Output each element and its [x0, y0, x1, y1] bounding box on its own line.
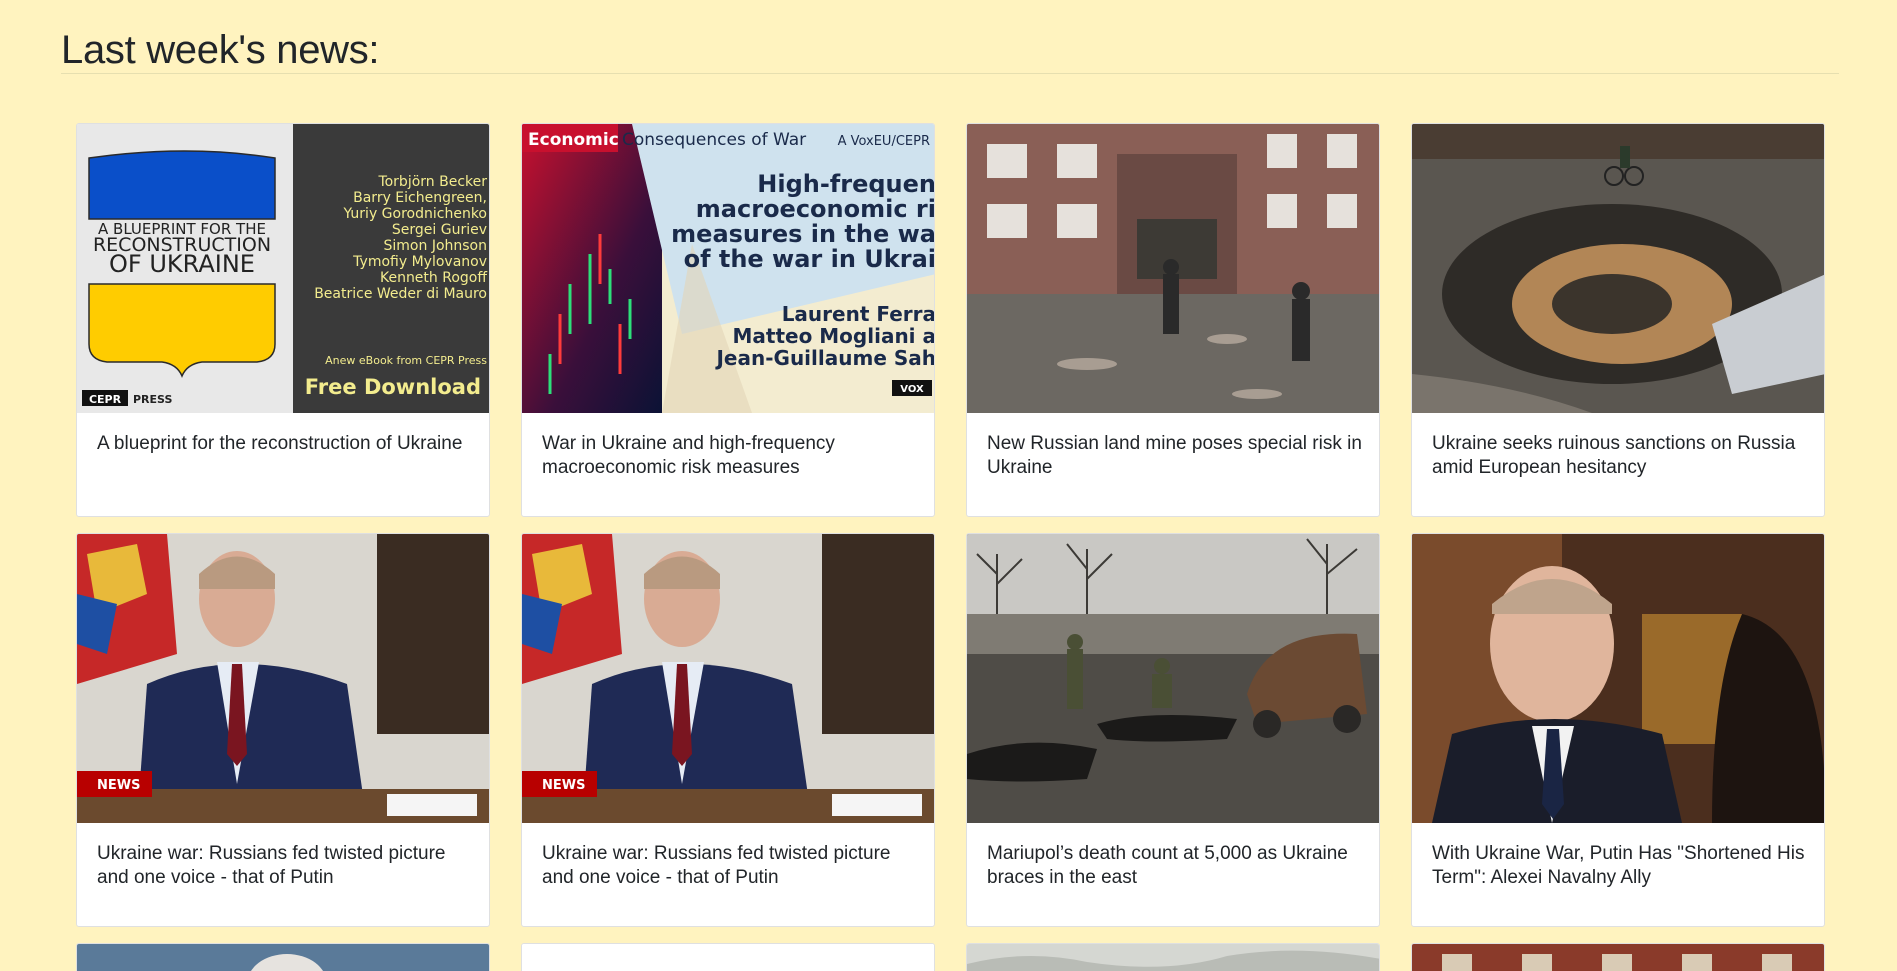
news-card-title[interactable]: New Russian land mine poses special risk…	[987, 432, 1367, 480]
news-card-image[interactable]	[967, 534, 1379, 823]
news-card-title[interactable]: Ukraine war: Russians fed twisted pictur…	[97, 842, 477, 890]
news-card[interactable]: With Ukraine War, Putin Has "Shortened H…	[1411, 533, 1825, 927]
news-card-image[interactable]	[1412, 944, 1824, 971]
news-card[interactable]	[966, 943, 1380, 971]
svg-text:Free Download: Free Download	[305, 375, 481, 399]
svg-text:OF UKRAINE: OF UKRAINE	[109, 250, 255, 278]
news-card[interactable]: NEWS Ukraine war: Russians fed twisted p…	[76, 533, 490, 927]
news-card[interactable]	[1411, 943, 1825, 971]
news-card-image[interactable]: Economic Consequences of War A VoxEU/CEP…	[522, 124, 935, 413]
news-card-image[interactable]: NEWS	[77, 534, 489, 823]
news-card-image[interactable]: A BLUEPRINT FOR THE RECONSTRUCTION OF UK…	[77, 124, 489, 413]
svg-text:CEPR: CEPR	[89, 393, 122, 406]
news-card[interactable]: A BLUEPRINT FOR THE RECONSTRUCTION OF UK…	[76, 123, 490, 517]
svg-text:of the war in Ukrai: of the war in Ukrai	[684, 245, 935, 273]
page-header: Last week's news:	[61, 26, 1839, 74]
news-card-title[interactable]: Ukraine war: Russians fed twisted pictur…	[542, 842, 922, 890]
news-card-title[interactable]: With Ukraine War, Putin Has "Shortened H…	[1432, 842, 1812, 890]
svg-text:Beatrice Weder di Mauro: Beatrice Weder di Mauro	[314, 286, 487, 302]
svg-text:measures in the wa: measures in the wa	[671, 220, 935, 248]
svg-text:Kenneth Rogoff: Kenneth Rogoff	[380, 270, 487, 286]
svg-text:High-frequen: High-frequen	[757, 170, 935, 198]
svg-text:Simon Johnson: Simon Johnson	[384, 238, 487, 254]
news-card-image[interactable]	[1412, 124, 1824, 413]
svg-text:Jean-Guillaume Sah: Jean-Guillaume Sah	[714, 346, 935, 370]
news-card[interactable]	[76, 943, 490, 971]
news-card[interactable]: New Russian land mine poses special risk…	[966, 123, 1380, 517]
news-card[interactable]: Economic Consequences of War A VoxEU/CEP…	[521, 123, 935, 517]
svg-text:Matteo Mogliani a: Matteo Mogliani a	[732, 324, 935, 348]
news-card-image[interactable]	[77, 944, 489, 971]
svg-text:NEWS: NEWS	[542, 778, 585, 793]
news-card-title[interactable]: A blueprint for the reconstruction of Uk…	[97, 432, 477, 456]
svg-text:Economic: Economic	[528, 130, 619, 150]
svg-text:Tymofiy Mylovanov: Tymofiy Mylovanov	[352, 254, 487, 270]
svg-text:Anew eBook from CEPR Press: Anew eBook from CEPR Press	[325, 354, 487, 367]
news-card-image[interactable]: NEWS	[522, 534, 934, 823]
page-title: Last week's news:	[61, 28, 380, 72]
news-card[interactable]: NEWS Ukraine war: Russians fed twisted p…	[521, 533, 935, 927]
news-card[interactable]: Mariupol’s death count at 5,000 as Ukrai…	[966, 533, 1380, 927]
news-card[interactable]	[521, 943, 935, 971]
svg-text:A VoxEU/CEPR: A VoxEU/CEPR	[838, 134, 930, 149]
news-card-title[interactable]: Ukraine seeks ruinous sanctions on Russi…	[1432, 432, 1812, 480]
news-card-title[interactable]: Mariupol’s death count at 5,000 as Ukrai…	[987, 842, 1367, 890]
svg-text:VOX: VOX	[900, 384, 924, 395]
news-card-image[interactable]	[1412, 534, 1824, 823]
news-card-image[interactable]	[967, 124, 1379, 413]
news-card[interactable]: Ukraine seeks ruinous sanctions on Russi…	[1411, 123, 1825, 517]
svg-text:Sergei Guriev: Sergei Guriev	[392, 222, 487, 238]
news-card-image[interactable]	[522, 944, 934, 971]
svg-text:NEWS: NEWS	[97, 778, 140, 793]
svg-text:PRESS: PRESS	[133, 393, 172, 406]
svg-text:macroeconomic ri: macroeconomic ri	[696, 195, 935, 223]
svg-text:Laurent Ferra: Laurent Ferra	[782, 302, 935, 326]
svg-text:Barry Eichengreen,: Barry Eichengreen,	[353, 190, 487, 206]
svg-text:Consequences of War: Consequences of War	[622, 130, 806, 150]
svg-text:Yuriy Gorodnichenko: Yuriy Gorodnichenko	[342, 206, 487, 222]
news-card-title[interactable]: War in Ukraine and high-frequency macroe…	[542, 432, 922, 480]
news-card-image[interactable]	[967, 944, 1379, 971]
svg-text:Torbjörn Becker: Torbjörn Becker	[377, 174, 487, 190]
